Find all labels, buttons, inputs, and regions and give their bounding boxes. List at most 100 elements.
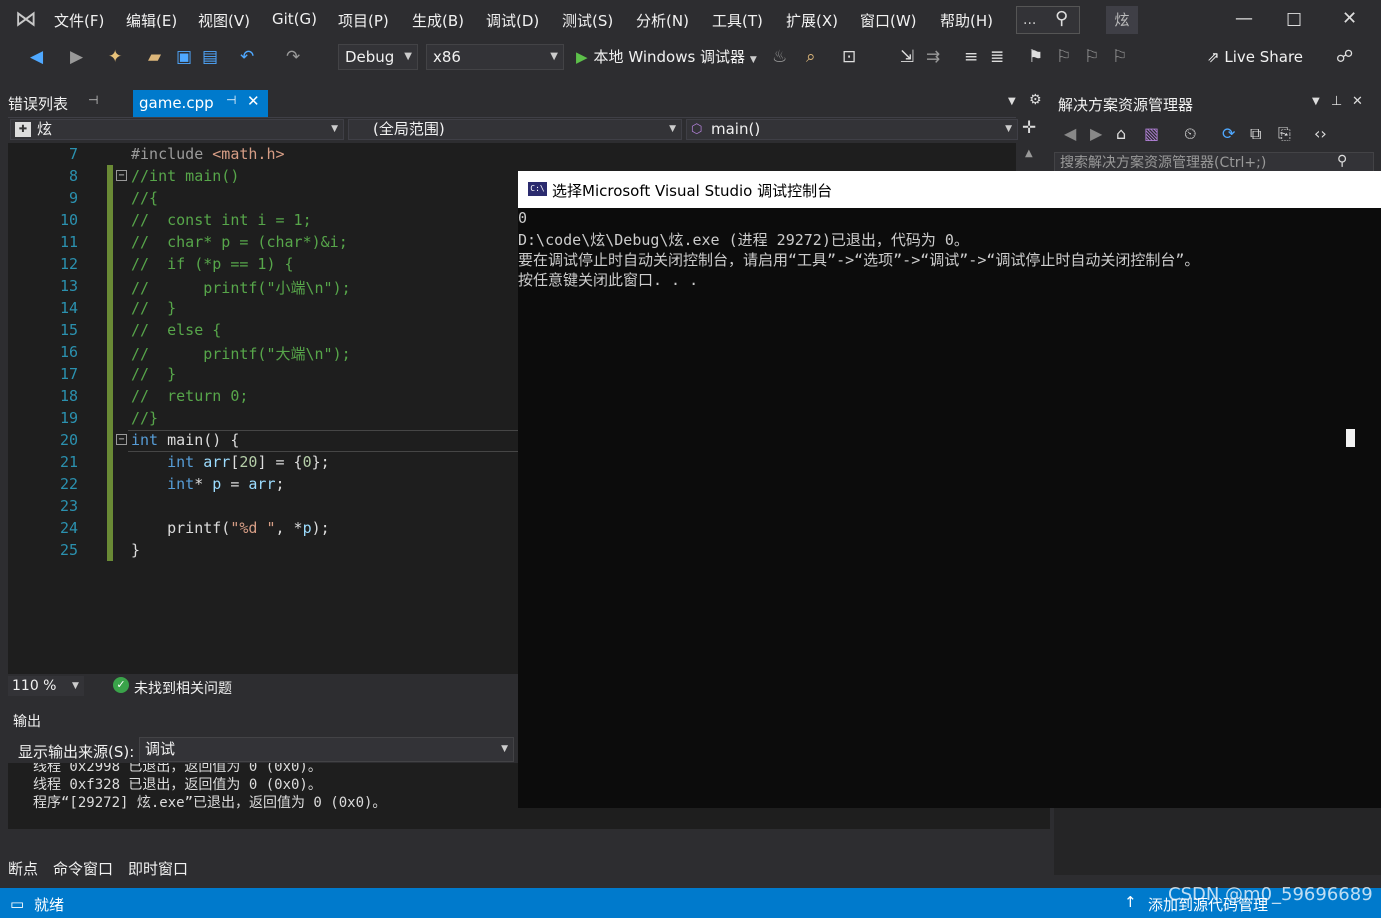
code-line: int* p = arr; bbox=[167, 475, 285, 493]
menu-debug[interactable]: 调试(D) bbox=[486, 10, 539, 31]
code-line: int main() { bbox=[131, 431, 240, 449]
close-window-icon[interactable]: ✕ bbox=[1342, 8, 1357, 29]
live-share-label: Live Share bbox=[1224, 48, 1304, 66]
minimize-icon[interactable]: — bbox=[1235, 8, 1253, 29]
collapse-all-icon[interactable]: ⧉ bbox=[1250, 124, 1261, 144]
solution-platform-select[interactable]: x86 ▼ bbox=[426, 44, 564, 70]
back-icon[interactable]: ◀ bbox=[1064, 124, 1076, 143]
feedback-icon[interactable]: ☍ bbox=[1336, 46, 1353, 68]
show-all-files-icon[interactable]: ⎘ bbox=[1278, 124, 1291, 144]
tab-list-chevron-icon[interactable]: ▼ bbox=[1008, 96, 1016, 107]
code-line: // char* p = (char*)&i; bbox=[131, 233, 348, 251]
pin-icon[interactable]: ⊥ bbox=[1331, 94, 1342, 109]
code-line: int arr[20] = {0}; bbox=[167, 453, 330, 471]
step-over-icon[interactable]: ⇉ bbox=[926, 46, 940, 68]
menu-view[interactable]: 视图(V) bbox=[198, 10, 250, 31]
search-icon[interactable]: ⚲ bbox=[1337, 153, 1347, 169]
scope-select[interactable]: (全局范围) ▼ bbox=[348, 119, 682, 140]
next-bookmark-icon[interactable]: ⚐ bbox=[1084, 46, 1099, 68]
line-number: 16 bbox=[59, 343, 78, 361]
chevron-down-icon: ▼ bbox=[72, 681, 79, 691]
line-number: 19 bbox=[59, 409, 78, 427]
play-icon: ▶ bbox=[576, 48, 588, 66]
run-label: 本地 Windows 调试器 bbox=[593, 48, 746, 66]
project-select[interactable]: ✚ 炫 ▼ bbox=[10, 119, 344, 140]
switch-views-icon[interactable]: ▧ bbox=[1144, 124, 1159, 143]
collapse-region-icon[interactable]: − bbox=[116, 434, 127, 445]
issues-status[interactable]: 未找到相关问题 bbox=[134, 678, 232, 698]
split-window-icon[interactable]: ✛ bbox=[1022, 118, 1036, 138]
menu-tools[interactable]: 工具(T) bbox=[712, 10, 763, 31]
tab-command-window[interactable]: 命令窗口 bbox=[53, 858, 113, 879]
tab-error-list[interactable]: 错误列表 bbox=[8, 93, 68, 114]
output-source-select[interactable]: 调试 ▼ bbox=[139, 737, 514, 762]
scope-value: (全局范围) bbox=[373, 120, 445, 138]
solution-config-select[interactable]: Debug ▼ bbox=[338, 44, 418, 70]
menu-help[interactable]: 帮助(H) bbox=[940, 10, 993, 31]
console-line: D:\code\炫\Debug\炫.exe (进程 29272)已退出，代码为 … bbox=[518, 231, 969, 249]
hot-reload-icon[interactable]: ♨ bbox=[772, 46, 787, 68]
save-all-icon[interactable]: ▤ bbox=[202, 46, 218, 68]
search-icon[interactable]: ⚲ bbox=[1055, 8, 1068, 29]
menu-file[interactable]: 文件(F) bbox=[54, 10, 104, 31]
menu-test[interactable]: 测试(S) bbox=[562, 10, 613, 31]
arrow-up-icon[interactable]: ↑ bbox=[1124, 893, 1137, 911]
prev-bookmark-icon[interactable]: ⚐ bbox=[1056, 46, 1071, 68]
comment-out-icon[interactable]: ≡ bbox=[964, 46, 978, 68]
visual-studio-logo-icon: ⋈ bbox=[15, 7, 37, 32]
menu-analyze[interactable]: 分析(N) bbox=[636, 10, 689, 31]
status-ready-text: 就绪 bbox=[34, 896, 65, 914]
member-select[interactable]: ⬡ main() ▼ bbox=[686, 119, 1018, 140]
search-box[interactable]: ... bbox=[1016, 6, 1080, 34]
home-icon[interactable]: ⌂ bbox=[1116, 124, 1126, 143]
menu-extensions[interactable]: 扩展(X) bbox=[786, 10, 838, 31]
open-file-icon[interactable]: ▰ bbox=[148, 46, 161, 68]
code-view-icon[interactable]: ‹› bbox=[1314, 124, 1327, 143]
chevron-down-icon[interactable]: ▼ bbox=[1312, 96, 1320, 107]
collapse-region-icon[interactable]: − bbox=[116, 170, 127, 181]
pin-icon[interactable]: ⊣ bbox=[226, 93, 236, 107]
maximize-icon[interactable]: ☐ bbox=[1286, 10, 1302, 31]
tab-breakpoints[interactable]: 断点 bbox=[8, 858, 38, 879]
close-icon[interactable]: ✕ bbox=[1352, 94, 1363, 109]
pin-icon[interactable]: ⊣ bbox=[88, 93, 98, 107]
step-into-icon[interactable]: ⇲ bbox=[900, 46, 914, 68]
ready-icon: ▭ bbox=[10, 895, 25, 913]
menu-edit[interactable]: 编辑(E) bbox=[126, 10, 177, 31]
gear-icon[interactable]: ⚙ bbox=[1029, 92, 1042, 108]
browser-link-icon[interactable]: ⊡ bbox=[842, 46, 856, 68]
redo-icon[interactable]: ↷ bbox=[286, 46, 300, 68]
scroll-up-icon[interactable]: ▲ bbox=[1025, 148, 1033, 159]
member-value: main() bbox=[711, 120, 761, 138]
navigate-back-icon[interactable]: ◀ bbox=[30, 46, 43, 68]
menu-build[interactable]: 生成(B) bbox=[412, 10, 464, 31]
clear-bookmarks-icon[interactable]: ⚐ bbox=[1112, 46, 1127, 68]
menu-project[interactable]: 项目(P) bbox=[338, 10, 389, 31]
profile-badge[interactable]: 炫 bbox=[1106, 6, 1138, 34]
code-line: // else { bbox=[131, 321, 222, 339]
chevron-down-icon: ▼ bbox=[550, 51, 558, 62]
line-number: 18 bbox=[59, 387, 78, 405]
editor-status-strip bbox=[8, 675, 518, 697]
close-tab-icon[interactable]: ✕ bbox=[247, 92, 260, 110]
pending-changes-icon[interactable]: ⏲ bbox=[1184, 124, 1196, 144]
find-in-files-icon[interactable]: ⌕ bbox=[806, 46, 816, 68]
menu-git[interactable]: Git(G) bbox=[272, 10, 317, 28]
line-number: 7 bbox=[68, 145, 78, 163]
navigate-forward-icon[interactable]: ▶ bbox=[70, 46, 83, 68]
start-debugging-button[interactable]: ▶ 本地 Windows 调试器 ▼ bbox=[576, 46, 757, 67]
output-source-value: 调试 bbox=[145, 740, 176, 758]
save-icon[interactable]: ▣ bbox=[176, 46, 192, 68]
project-icon: ✚ bbox=[15, 122, 31, 137]
menu-window[interactable]: 窗口(W) bbox=[860, 10, 917, 31]
live-share-button[interactable]: ⇗ Live Share bbox=[1207, 48, 1303, 66]
uncomment-icon[interactable]: ≣ bbox=[990, 46, 1004, 68]
live-share-icon: ⇗ bbox=[1207, 48, 1225, 66]
bookmark-icon[interactable]: ⚑ bbox=[1028, 46, 1043, 68]
forward-icon[interactable]: ▶ bbox=[1090, 124, 1102, 143]
tab-immediate-window[interactable]: 即时窗口 bbox=[128, 858, 188, 879]
new-project-icon[interactable]: ✦ bbox=[108, 46, 122, 68]
undo-icon[interactable]: ↶ bbox=[240, 46, 254, 68]
sync-icon[interactable]: ⟳ bbox=[1222, 124, 1235, 143]
chevron-down-icon: ▼ bbox=[331, 124, 338, 134]
